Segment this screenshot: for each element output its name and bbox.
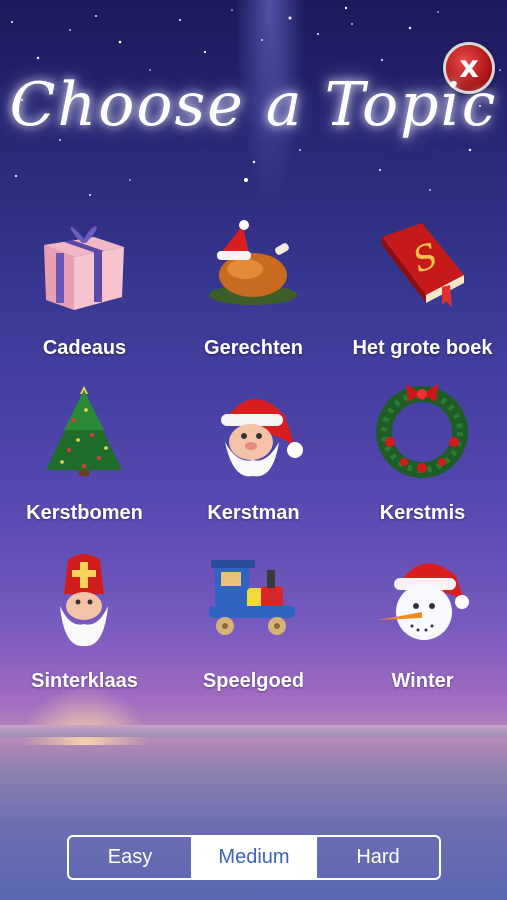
- topic-label: Kerstbomen: [26, 502, 143, 524]
- christmas-tree-icon: [46, 386, 122, 476]
- topic-label: Kerstmis: [379, 502, 466, 524]
- topic-label: Speelgoed: [202, 670, 305, 692]
- topic-label: Gerechten: [204, 337, 303, 359]
- wreath-icon: [376, 384, 468, 478]
- topic-gerechten[interactable]: Gerechten: [169, 215, 338, 375]
- topic-label: Kerstman: [207, 502, 300, 524]
- topic-kerstbomen[interactable]: Kerstbomen: [0, 380, 169, 540]
- topic-label: Winter: [391, 670, 454, 692]
- topic-cadeaus[interactable]: Cadeaus: [0, 215, 169, 375]
- toy-train-icon: [209, 560, 295, 635]
- gift-icon: [44, 226, 124, 310]
- santa-icon: [221, 398, 303, 477]
- difficulty-easy[interactable]: Easy: [69, 837, 191, 878]
- topic-label: Het grote boek: [352, 337, 493, 359]
- roast-turkey-icon: [209, 220, 297, 305]
- red-book-icon: S: [382, 223, 464, 307]
- snowman-icon: [378, 563, 469, 640]
- horizon-line: [0, 725, 507, 737]
- sinterklaas-icon: [60, 554, 108, 647]
- topic-label: Cadeaus: [42, 337, 127, 359]
- topic-kerstman[interactable]: Kerstman: [169, 380, 338, 540]
- topic-screen: x Choose a Topic Cadeaus Gerechten S Het…: [0, 0, 507, 900]
- topic-het-grote-boek[interactable]: S Het grote boek: [338, 215, 507, 375]
- page-title: Choose a Topic: [9, 70, 498, 140]
- topic-speelgoed[interactable]: Speelgoed: [169, 548, 338, 708]
- topic-sinterklaas[interactable]: Sinterklaas: [0, 548, 169, 708]
- topic-kerstmis[interactable]: Kerstmis: [338, 380, 507, 540]
- difficulty-medium[interactable]: Medium: [191, 837, 315, 878]
- difficulty-hard[interactable]: Hard: [315, 837, 439, 878]
- difficulty-selector: Easy Medium Hard: [67, 835, 441, 880]
- topic-winter[interactable]: Winter: [338, 548, 507, 708]
